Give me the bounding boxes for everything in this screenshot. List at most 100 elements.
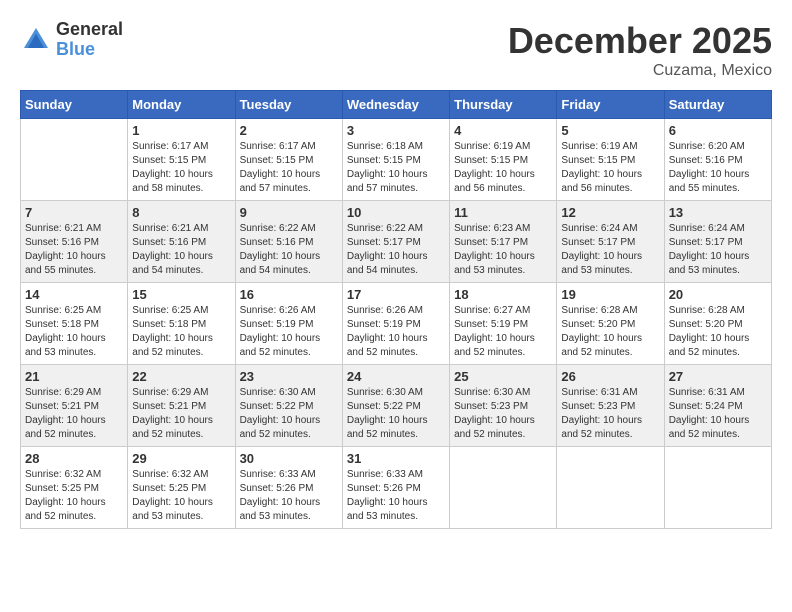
day-number: 14 [25, 287, 123, 302]
calendar-week-3: 14 Sunrise: 6:25 AM Sunset: 5:18 PM Dayli… [21, 283, 772, 365]
calendar-cell: 23Sunrise: 6:30 AM Sunset: 5:22 PM Dayli… [235, 365, 342, 447]
calendar-cell: 4 Sunrise: 6:19 AM Sunset: 5:15 PM Daylig… [450, 119, 557, 201]
page-header: General Blue December 2025 Cuzama, Mexic… [20, 20, 772, 80]
day-info: Sunrise: 6:31 AM Sunset: 5:23 PM Dayligh… [561, 386, 659, 442]
header-sunday: Sunday [21, 91, 128, 119]
calendar-cell [21, 119, 128, 201]
calendar-cell: 1 Sunrise: 6:17 AM Sunset: 5:15 PM Daylig… [128, 119, 235, 201]
day-info: Sunrise: 6:21 AM Sunset: 5:16 PM Dayligh… [25, 222, 123, 278]
calendar-cell: 27 Sunrise: 6:31 AM Sunset: 5:24 PM Dayli… [664, 365, 771, 447]
title-block: December 2025 Cuzama, Mexico [508, 20, 772, 80]
calendar-cell [557, 447, 664, 529]
day-number: 26 [561, 369, 659, 384]
calendar-cell [450, 447, 557, 529]
day-info: Sunrise: 6:33 AM Sunset: 5:26 PM Dayligh… [347, 468, 445, 524]
day-number: 2 [240, 123, 338, 138]
calendar-cell: 19 Sunrise: 6:28 AM Sunset: 5:20 PM Dayli… [557, 283, 664, 365]
calendar-header-row: SundayMondayTuesdayWednesdayThursdayFrid… [21, 91, 772, 119]
day-number: 4 [454, 123, 552, 138]
logo-text: General Blue [56, 20, 123, 60]
header-tuesday: Tuesday [235, 91, 342, 119]
day-number: 6 [669, 123, 767, 138]
calendar-week-5: 28 Sunrise: 6:32 AM Sunset: 5:25 PM Dayli… [21, 447, 772, 529]
day-info: Sunrise: 6:26 AM Sunset: 5:19 PM Dayligh… [347, 304, 445, 360]
logo-icon [20, 24, 52, 56]
calendar-table: SundayMondayTuesdayWednesdayThursdayFrid… [20, 90, 772, 529]
day-info: Sunrise: 6:17 AM Sunset: 5:15 PM Dayligh… [240, 140, 338, 196]
day-number: 21 [25, 369, 123, 384]
day-number: 27 [669, 369, 767, 384]
day-info: Sunrise: 6:18 AM Sunset: 5:15 PM Dayligh… [347, 140, 445, 196]
calendar-cell: 18Sunrise: 6:27 AM Sunset: 5:19 PM Dayli… [450, 283, 557, 365]
header-saturday: Saturday [664, 91, 771, 119]
day-info: Sunrise: 6:32 AM Sunset: 5:25 PM Dayligh… [132, 468, 230, 524]
calendar-cell: 11Sunrise: 6:23 AM Sunset: 5:17 PM Dayli… [450, 201, 557, 283]
day-number: 3 [347, 123, 445, 138]
day-number: 29 [132, 451, 230, 466]
calendar-cell: 28 Sunrise: 6:32 AM Sunset: 5:25 PM Dayli… [21, 447, 128, 529]
day-number: 5 [561, 123, 659, 138]
month-title: December 2025 [508, 20, 772, 62]
day-number: 31 [347, 451, 445, 466]
location: Cuzama, Mexico [508, 62, 772, 80]
day-info: Sunrise: 6:17 AM Sunset: 5:15 PM Dayligh… [132, 140, 230, 196]
day-info: Sunrise: 6:33 AM Sunset: 5:26 PM Dayligh… [240, 468, 338, 524]
calendar-cell: 30 Sunrise: 6:33 AM Sunset: 5:26 PM Dayli… [235, 447, 342, 529]
logo-general: General [56, 20, 123, 40]
day-info: Sunrise: 6:25 AM Sunset: 5:18 PM Dayligh… [25, 304, 123, 360]
day-info: Sunrise: 6:24 AM Sunset: 5:17 PM Dayligh… [561, 222, 659, 278]
logo: General Blue [20, 20, 123, 60]
day-info: Sunrise: 6:22 AM Sunset: 5:17 PM Dayligh… [347, 222, 445, 278]
day-info: Sunrise: 6:31 AM Sunset: 5:24 PM Dayligh… [669, 386, 767, 442]
day-info: Sunrise: 6:19 AM Sunset: 5:15 PM Dayligh… [454, 140, 552, 196]
day-info: Sunrise: 6:30 AM Sunset: 5:22 PM Dayligh… [347, 386, 445, 442]
day-info: Sunrise: 6:21 AM Sunset: 5:16 PM Dayligh… [132, 222, 230, 278]
calendar-cell: 13Sunrise: 6:24 AM Sunset: 5:17 PM Dayli… [664, 201, 771, 283]
day-info: Sunrise: 6:28 AM Sunset: 5:20 PM Dayligh… [561, 304, 659, 360]
calendar-cell: 10Sunrise: 6:22 AM Sunset: 5:17 PM Dayli… [342, 201, 449, 283]
calendar-cell: 21 Sunrise: 6:29 AM Sunset: 5:21 PM Dayli… [21, 365, 128, 447]
calendar-week-2: 7Sunrise: 6:21 AM Sunset: 5:16 PM Daylig… [21, 201, 772, 283]
calendar-cell: 2 Sunrise: 6:17 AM Sunset: 5:15 PM Daylig… [235, 119, 342, 201]
day-info: Sunrise: 6:25 AM Sunset: 5:18 PM Dayligh… [132, 304, 230, 360]
day-info: Sunrise: 6:19 AM Sunset: 5:15 PM Dayligh… [561, 140, 659, 196]
calendar-cell: 9 Sunrise: 6:22 AM Sunset: 5:16 PM Daylig… [235, 201, 342, 283]
day-number: 30 [240, 451, 338, 466]
calendar-cell: 16 Sunrise: 6:26 AM Sunset: 5:19 PM Dayli… [235, 283, 342, 365]
day-number: 9 [240, 205, 338, 220]
day-info: Sunrise: 6:32 AM Sunset: 5:25 PM Dayligh… [25, 468, 123, 524]
day-info: Sunrise: 6:22 AM Sunset: 5:16 PM Dayligh… [240, 222, 338, 278]
day-info: Sunrise: 6:29 AM Sunset: 5:21 PM Dayligh… [132, 386, 230, 442]
day-info: Sunrise: 6:27 AM Sunset: 5:19 PM Dayligh… [454, 304, 552, 360]
day-info: Sunrise: 6:29 AM Sunset: 5:21 PM Dayligh… [25, 386, 123, 442]
calendar-cell: 25Sunrise: 6:30 AM Sunset: 5:23 PM Dayli… [450, 365, 557, 447]
day-info: Sunrise: 6:26 AM Sunset: 5:19 PM Dayligh… [240, 304, 338, 360]
calendar-cell: 5 Sunrise: 6:19 AM Sunset: 5:15 PM Daylig… [557, 119, 664, 201]
day-number: 28 [25, 451, 123, 466]
day-number: 22 [132, 369, 230, 384]
day-info: Sunrise: 6:28 AM Sunset: 5:20 PM Dayligh… [669, 304, 767, 360]
day-number: 1 [132, 123, 230, 138]
calendar-cell: 15 Sunrise: 6:25 AM Sunset: 5:18 PM Dayli… [128, 283, 235, 365]
calendar-cell: 31 Sunrise: 6:33 AM Sunset: 5:26 PM Dayli… [342, 447, 449, 529]
day-number: 15 [132, 287, 230, 302]
header-monday: Monday [128, 91, 235, 119]
calendar-cell [664, 447, 771, 529]
day-number: 16 [240, 287, 338, 302]
day-number: 13 [669, 205, 767, 220]
day-number: 19 [561, 287, 659, 302]
calendar-week-4: 21 Sunrise: 6:29 AM Sunset: 5:21 PM Dayli… [21, 365, 772, 447]
calendar-cell: 14 Sunrise: 6:25 AM Sunset: 5:18 PM Dayli… [21, 283, 128, 365]
calendar-cell: 7Sunrise: 6:21 AM Sunset: 5:16 PM Daylig… [21, 201, 128, 283]
calendar-cell: 6 Sunrise: 6:20 AM Sunset: 5:16 PM Daylig… [664, 119, 771, 201]
day-number: 23 [240, 369, 338, 384]
calendar-cell: 22 Sunrise: 6:29 AM Sunset: 5:21 PM Dayli… [128, 365, 235, 447]
day-number: 11 [454, 205, 552, 220]
day-number: 17 [347, 287, 445, 302]
day-info: Sunrise: 6:20 AM Sunset: 5:16 PM Dayligh… [669, 140, 767, 196]
day-number: 12 [561, 205, 659, 220]
header-wednesday: Wednesday [342, 91, 449, 119]
calendar-cell: 8Sunrise: 6:21 AM Sunset: 5:16 PM Daylig… [128, 201, 235, 283]
day-info: Sunrise: 6:30 AM Sunset: 5:23 PM Dayligh… [454, 386, 552, 442]
calendar-cell: 20Sunrise: 6:28 AM Sunset: 5:20 PM Dayli… [664, 283, 771, 365]
